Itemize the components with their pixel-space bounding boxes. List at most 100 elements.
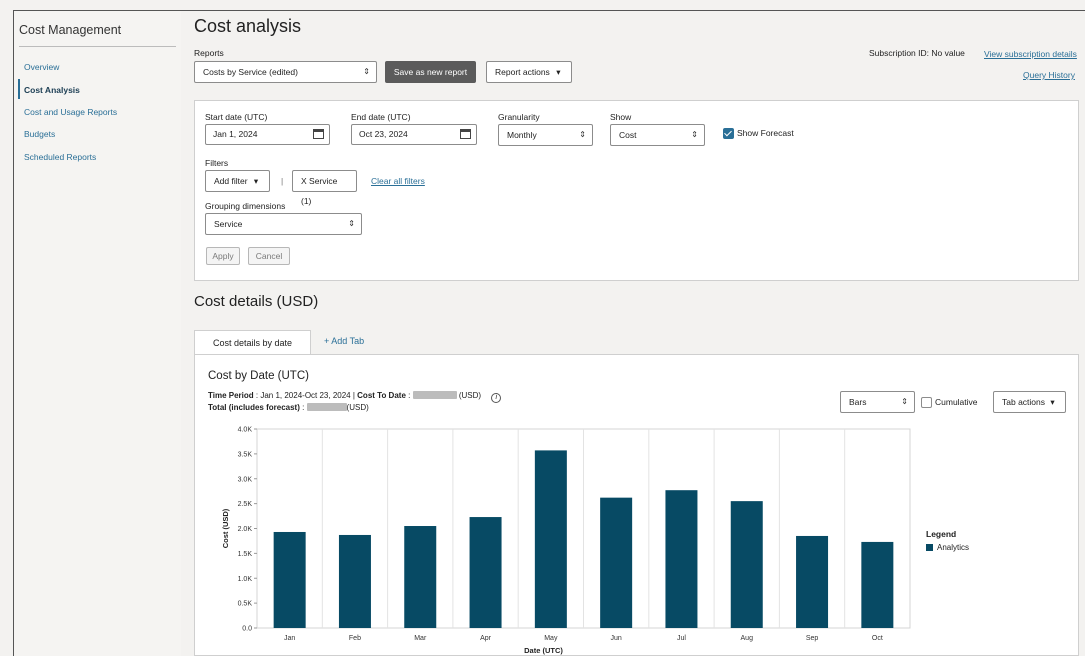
x-tick-label: Mar <box>414 635 427 642</box>
legend-item-analytics: Analytics <box>926 543 969 552</box>
total-label: Total (includes forecast) <box>208 403 300 412</box>
clear-all-filters-link[interactable]: Clear all filters <box>371 176 425 186</box>
x-axis-title: Date (UTC) <box>524 646 563 655</box>
cancel-button[interactable]: Cancel <box>248 247 290 265</box>
x-tick-label: Sep <box>806 635 819 642</box>
report-select[interactable]: Costs by Service (edited) ⇕ <box>194 61 377 83</box>
select-arrows-icon: ⇕ <box>363 67 370 76</box>
bar-jun <box>600 497 633 628</box>
total-line: Total (includes forecast) : (USD) <box>208 403 369 412</box>
bar-feb <box>338 534 371 628</box>
add-filter-button[interactable]: Add filter ▾ <box>205 170 270 192</box>
tab-cost-details-by-date[interactable]: Cost details by date <box>194 330 311 355</box>
y-tick-label: 1.5K <box>238 551 253 558</box>
end-date-value: Oct 23, 2024 <box>359 129 408 139</box>
granularity-select[interactable]: Monthly ⇕ <box>498 124 593 146</box>
total-suffix: (USD) <box>346 403 369 412</box>
select-arrows-icon: ⇕ <box>901 397 908 406</box>
sidebar-item-budgets[interactable]: Budgets <box>24 129 55 139</box>
end-date-label: End date (UTC) <box>351 112 411 122</box>
bar-jul <box>665 490 698 628</box>
cumulative-label: Cumulative <box>935 397 978 407</box>
cost-details-title: Cost details (USD) <box>194 293 319 310</box>
bar-may <box>534 450 567 628</box>
reports-label: Reports <box>194 48 224 58</box>
x-tick-label: Jan <box>284 635 295 642</box>
legend-swatch <box>926 544 933 551</box>
bar-oct <box>861 541 894 628</box>
report-select-value: Costs by Service (edited) <box>203 67 298 77</box>
time-period-value: : Jan 1, 2024-Oct 23, 2024 | <box>255 391 355 400</box>
x-tick-label: Jul <box>677 635 686 642</box>
report-actions-label: Report actions <box>495 67 550 77</box>
show-label: Show <box>610 112 632 122</box>
chevron-down-icon: ▾ <box>253 176 259 186</box>
legend-title: Legend <box>926 529 957 539</box>
end-date-input[interactable]: Oct 23, 2024 <box>351 124 477 145</box>
grouping-value: Service <box>214 219 243 229</box>
chart-panel: Cost by Date (UTC) Time Period : Jan 1, … <box>194 354 1079 656</box>
x-tick-label: Jun <box>611 635 622 642</box>
show-forecast-label: Show Forecast <box>737 128 794 138</box>
cost-to-date-label: Cost To Date <box>357 391 406 400</box>
time-period-label: Time Period <box>208 391 254 400</box>
chevron-down-icon: ▾ <box>1050 397 1055 407</box>
sidebar-item-cost-analysis[interactable]: Cost Analysis <box>24 85 80 95</box>
save-as-new-report-button[interactable]: Save as new report <box>385 61 476 83</box>
add-tab-link[interactable]: + Add Tab <box>324 336 364 346</box>
calendar-icon[interactable] <box>460 129 471 139</box>
show-forecast-checkbox[interactable] <box>723 128 734 139</box>
query-history-link[interactable]: Query History <box>1023 70 1075 80</box>
bar-aug <box>730 501 763 628</box>
show-select[interactable]: Cost ⇕ <box>610 124 705 146</box>
cumulative-checkbox[interactable] <box>921 397 932 408</box>
chart-view-select[interactable]: Bars ⇕ <box>840 391 915 413</box>
select-arrows-icon: ⇕ <box>579 130 586 139</box>
start-date-input[interactable]: Jan 1, 2024 <box>205 124 330 145</box>
y-tick-label: 0.5K <box>238 601 253 608</box>
x-tick-label: Feb <box>349 635 361 642</box>
sidebar-item-cost-and-usage-reports[interactable]: Cost and Usage Reports <box>24 107 117 117</box>
filter-separator: | <box>281 176 284 186</box>
x-tick-label: Oct <box>872 635 883 642</box>
select-arrows-icon: ⇕ <box>691 130 698 139</box>
bar-jan <box>273 531 306 628</box>
legend-label: Analytics <box>937 543 970 552</box>
filter-panel: Start date (UTC) Jan 1, 2024 End date (U… <box>194 100 1079 281</box>
tab-actions-label: Tab actions <box>1002 397 1045 407</box>
y-tick-label: 2.0K <box>238 526 253 533</box>
info-icon[interactable]: i <box>491 393 502 403</box>
sidebar-item-overview[interactable]: Overview <box>24 62 59 72</box>
granularity-label: Granularity <box>498 112 540 122</box>
tab-actions-button[interactable]: Tab actions ▾ <box>993 391 1066 413</box>
subscription-id-text: Subscription ID: No value <box>869 48 965 58</box>
apply-button[interactable]: Apply <box>206 247 240 265</box>
time-period-line: Time Period : Jan 1, 2024-Oct 23, 2024 |… <box>208 391 502 403</box>
x-tick-label: Apr <box>480 635 492 642</box>
show-value: Cost <box>619 130 637 140</box>
sidebar-item-scheduled-reports[interactable]: Scheduled Reports <box>24 152 96 162</box>
y-tick-label: 3.5K <box>238 451 253 458</box>
total-redacted <box>306 403 347 411</box>
grouping-dimensions-select[interactable]: Service ⇕ <box>205 213 362 235</box>
cost-bar-chart: 0.0 0.5K 1.0K 1.5K 2.0K 2.5K 3.0K 3.5K 4.0K Jan Fe… <box>221 427 911 655</box>
nav-active-indicator <box>18 79 20 99</box>
bar-mar <box>404 526 437 628</box>
granularity-value: Monthly <box>507 130 537 140</box>
cost-to-date-suffix: (USD) <box>458 391 482 400</box>
view-subscription-details-link[interactable]: View subscription details <box>984 49 1077 59</box>
y-tick-label: 0.0 <box>242 626 252 633</box>
add-filter-label: Add filter <box>214 176 248 186</box>
calendar-icon[interactable] <box>313 129 324 139</box>
service-filter-chip[interactable]: X Service (1) <box>292 170 357 206</box>
report-actions-button[interactable]: Report actions ▾ <box>486 61 572 83</box>
y-tick-label: 1.0K <box>238 576 253 583</box>
select-arrows-icon: ⇕ <box>348 219 355 228</box>
x-tick-label: Aug <box>741 635 754 642</box>
x-tick-label: May <box>544 635 558 642</box>
grouping-dimensions-label: Grouping dimensions <box>205 201 286 211</box>
sidebar-title: Cost Management <box>19 23 122 37</box>
y-axis-title: Cost (USD) <box>221 508 230 548</box>
sidebar: Cost Management Overview Cost Analysis C… <box>14 11 181 656</box>
chart-title: Cost by Date (UTC) <box>208 370 309 382</box>
